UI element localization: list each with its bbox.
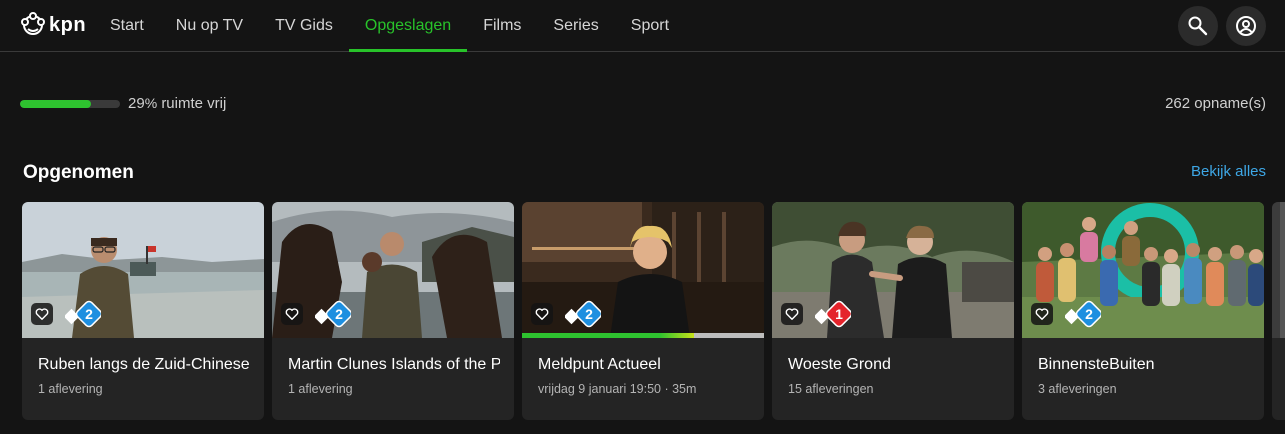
recording-card[interactable]: 2 Martin Clunes Islands of the Pacific 1… — [272, 202, 514, 420]
favorite-button[interactable] — [781, 303, 803, 325]
nav-item-start[interactable]: Start — [94, 0, 160, 52]
heart-icon — [285, 308, 299, 320]
npo2-logo-icon: 2 — [565, 300, 601, 328]
recording-title: Martin Clunes Islands of the Pacific — [288, 356, 500, 373]
recording-thumbnail — [1272, 202, 1285, 338]
npo2-logo-icon: 2 — [65, 300, 101, 328]
favorite-button[interactable] — [1031, 303, 1053, 325]
heart-icon — [1035, 308, 1049, 320]
thumbnail-image — [22, 202, 264, 338]
top-navigation-bar: kpn Start Nu op TV TV Gids Opgeslagen Fi… — [0, 0, 1285, 52]
watch-progress-fill — [522, 333, 694, 338]
svg-text:1: 1 — [835, 306, 843, 322]
main-nav: Start Nu op TV TV Gids Opgeslagen Films … — [94, 0, 685, 52]
watch-progress-bar — [522, 333, 764, 338]
recording-meta: vrijdag 9 januari 19:50 · 35m — [538, 382, 697, 396]
kpn-logo[interactable]: kpn — [19, 10, 86, 40]
storage-percent-sign: % — [144, 95, 158, 111]
heart-icon — [35, 308, 49, 320]
recording-title: Woeste Grond — [788, 356, 891, 373]
recording-card[interactable]: 2 Ruben langs de Zuid-Chinese 1 afleveri… — [22, 202, 264, 420]
storage-usage-bar — [20, 100, 120, 108]
npo2-logo-icon: 2 — [315, 300, 351, 328]
recording-title: BinnensteBuiten — [1038, 356, 1155, 373]
recording-thumbnail: 2 — [22, 202, 264, 338]
recording-meta: 1 aflevering — [288, 382, 353, 396]
heart-icon — [785, 308, 799, 320]
svg-text:2: 2 — [85, 306, 93, 322]
favorite-button[interactable] — [31, 303, 53, 325]
recording-meta: 1 aflevering — [38, 382, 103, 396]
thumbnail-image — [772, 202, 1014, 338]
kpn-logo-icon — [21, 12, 45, 35]
npo1-logo-icon: 1 — [815, 300, 851, 328]
nav-item-films[interactable]: Films — [467, 0, 537, 52]
nav-item-tv-gids[interactable]: TV Gids — [259, 0, 349, 52]
recording-thumbnail: 1 — [772, 202, 1014, 338]
recording-meta: 3 afleveringen — [1038, 382, 1117, 396]
storage-free-percent: 29 — [128, 95, 145, 112]
thumbnail-image — [1022, 202, 1264, 338]
section-title: Opgenomen — [23, 162, 134, 183]
recording-thumbnail: 2 — [272, 202, 514, 338]
profile-button[interactable] — [1226, 6, 1266, 46]
recording-card[interactable]: 2 Meldpunt Actueel vrijdag 9 januari 19:… — [522, 202, 764, 420]
recording-title: Ruben langs de Zuid-Chinese — [38, 356, 250, 373]
recording-thumbnail: 2 — [1022, 202, 1264, 338]
svg-text:2: 2 — [1085, 306, 1093, 322]
recording-title: Meldpunt Actueel — [538, 356, 661, 373]
thumbnail-image — [1272, 202, 1285, 338]
search-icon — [1188, 16, 1208, 36]
recording-thumbnail: 2 — [522, 202, 764, 338]
recording-card[interactable]: 2 BinnensteBuiten 3 afleveringen — [1022, 202, 1264, 420]
see-all-link[interactable]: Bekijk alles — [1191, 163, 1266, 180]
storage-usage-fill — [20, 100, 91, 108]
storage-free-label: ruimte vrij — [161, 95, 227, 112]
nav-item-nu-op-tv[interactable]: Nu op TV — [160, 0, 259, 52]
thumbnail-image — [272, 202, 514, 338]
favorite-button[interactable] — [531, 303, 553, 325]
user-icon — [1236, 16, 1256, 36]
recording-card-partial[interactable] — [1272, 202, 1285, 420]
thumbnail-image — [522, 202, 764, 338]
npo2-logo-icon: 2 — [1065, 300, 1101, 328]
recordings-count: 262 opname(s) — [1165, 95, 1266, 112]
svg-text:2: 2 — [585, 306, 593, 322]
recording-card[interactable]: 1 Woeste Grond 15 afleveringen — [772, 202, 1014, 420]
recording-meta: 15 afleveringen — [788, 382, 874, 396]
svg-text:2: 2 — [335, 306, 343, 322]
favorite-button[interactable] — [281, 303, 303, 325]
storage-free-text: 29% ruimte vrij — [128, 95, 226, 112]
recordings-row: 2 Ruben langs de Zuid-Chinese 1 afleveri… — [22, 202, 1285, 420]
nav-item-sport[interactable]: Sport — [615, 0, 685, 52]
heart-icon — [535, 308, 549, 320]
search-button[interactable] — [1178, 6, 1218, 46]
nav-item-opgeslagen[interactable]: Opgeslagen — [348, 0, 468, 52]
nav-item-series[interactable]: Series — [537, 0, 614, 52]
logo-text: kpn — [49, 13, 87, 36]
